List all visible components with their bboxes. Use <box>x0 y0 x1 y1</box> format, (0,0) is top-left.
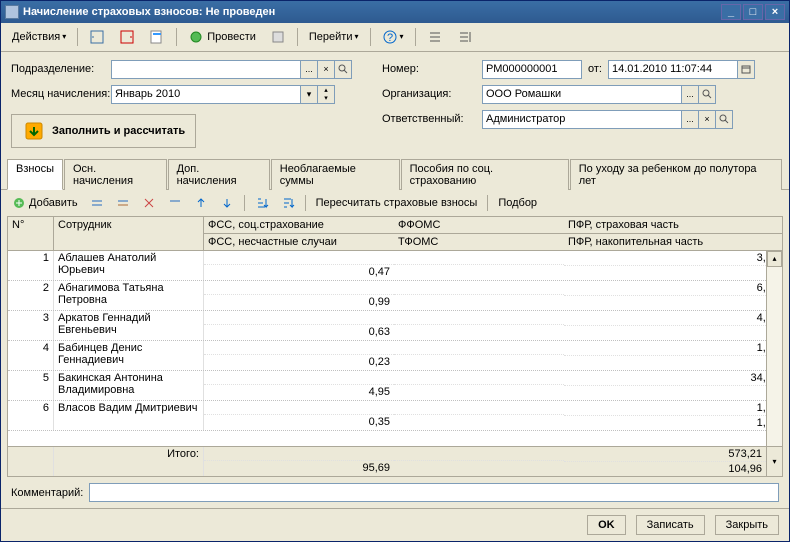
date-calendar-button[interactable] <box>737 60 755 79</box>
tabstrip: Взносы Осн. начисления Доп. начисления Н… <box>1 158 789 190</box>
maximize-button[interactable]: □ <box>743 4 763 20</box>
tab-social-benefits[interactable]: Пособия по соц. страхованию <box>401 159 569 190</box>
data-grid: N° Сотрудник ФСС, соц.страхование ФСС, н… <box>7 216 783 477</box>
tab-add-accruals[interactable]: Доп. начисления <box>168 159 270 190</box>
date-input[interactable] <box>608 60 738 79</box>
grid-header: N° Сотрудник ФСС, соц.страхование ФСС, н… <box>8 217 782 251</box>
main-toolbar: Действия▾ Провести Перейти▾ ?▾ <box>1 23 789 52</box>
subdivision-label: Подразделение: <box>11 63 111 75</box>
add-row-button[interactable]: Добавить <box>7 193 83 213</box>
table-row[interactable]: 1Аблашев Анатолий Юрьевич0,473,29 <box>8 251 782 281</box>
tb-icon-6[interactable] <box>452 26 478 48</box>
org-search-button[interactable] <box>698 85 716 104</box>
footer: OK Записать Закрыть <box>1 508 789 541</box>
tab-contributions[interactable]: Взносы <box>7 159 63 190</box>
fill-calculate-button[interactable]: Заполнить и рассчитать <box>11 114 196 148</box>
grid-btn-5[interactable] <box>189 193 213 213</box>
totals-row: Итого: 95,69 573,21104,96 ▾ <box>8 446 782 476</box>
sort-desc-button[interactable] <box>276 193 300 213</box>
tb-icon-1[interactable] <box>84 26 110 48</box>
resp-select-button[interactable]: ... <box>681 110 699 129</box>
from-label: от: <box>588 63 602 75</box>
totals-pfr2: 104,96 <box>564 462 766 476</box>
sort-asc-button[interactable] <box>250 193 274 213</box>
recalc-button[interactable]: Пересчитать страховые взносы <box>311 193 483 213</box>
post-button[interactable]: Провести <box>183 26 261 48</box>
col-employee[interactable]: Сотрудник <box>54 217 204 250</box>
org-select-button[interactable]: ... <box>681 85 699 104</box>
save-button[interactable]: Записать <box>636 515 705 535</box>
resp-search-button[interactable] <box>715 110 733 129</box>
scroll-down-button[interactable]: ▾ <box>766 447 782 476</box>
app-icon <box>5 5 19 19</box>
col-fss[interactable]: ФСС, соц.страхование ФСС, несчастные слу… <box>204 217 394 250</box>
tab-nontaxable[interactable]: Необлагаемые суммы <box>271 159 400 190</box>
fill-icon <box>22 119 46 143</box>
table-row[interactable]: 4Бабинцев Денис Геннадиевич0,231,62 <box>8 341 782 371</box>
month-label: Месяц начисления: <box>11 88 111 100</box>
grid-btn-2[interactable] <box>111 193 135 213</box>
subdivision-input[interactable] <box>111 60 301 79</box>
subdivision-search-button[interactable] <box>334 60 352 79</box>
minimize-button[interactable]: _ <box>721 4 741 20</box>
svg-text:?: ? <box>386 32 392 44</box>
month-input[interactable] <box>111 85 301 104</box>
comment-input[interactable] <box>89 483 779 502</box>
resp-label: Ответственный: <box>382 113 482 125</box>
totals-pfr1: 573,21 <box>564 447 766 462</box>
subdivision-select-button[interactable]: ... <box>300 60 318 79</box>
help-button[interactable]: ?▾ <box>377 26 409 48</box>
month-dropdown-button[interactable]: ▾ <box>300 85 318 104</box>
select-button[interactable]: Подбор <box>493 193 542 213</box>
org-input[interactable] <box>482 85 682 104</box>
titlebar: Начисление страховых взносов: Не проведе… <box>1 1 789 23</box>
totals-fss2: 95,69 <box>204 461 394 475</box>
close-window-button[interactable]: Закрыть <box>715 515 779 535</box>
col-number[interactable]: N° <box>8 217 54 250</box>
grid-btn-4[interactable] <box>163 193 187 213</box>
number-label: Номер: <box>382 63 482 75</box>
grid-btn-3[interactable] <box>137 193 161 213</box>
grid-btn-6[interactable] <box>215 193 239 213</box>
number-input[interactable] <box>482 60 582 79</box>
month-up-button[interactable]: ▴▾ <box>317 85 335 104</box>
totals-label: Итого: <box>54 447 204 476</box>
table-row[interactable]: 6Власов Вадим Дмитриевич0,351,401,05 <box>8 401 782 431</box>
resp-input[interactable] <box>482 110 682 129</box>
actions-menu[interactable]: Действия▾ <box>7 26 71 48</box>
grid-btn-1[interactable] <box>85 193 109 213</box>
tb-icon-3[interactable] <box>144 26 170 48</box>
vertical-scrollbar[interactable]: ▴ <box>766 251 782 446</box>
tab-childcare[interactable]: По уходу за ребенком до полутора лет <box>570 159 782 190</box>
tab-main-accruals[interactable]: Осн. начисления <box>64 159 167 190</box>
tb-icon-2[interactable] <box>114 26 140 48</box>
window-title: Начисление страховых взносов: Не проведе… <box>23 6 721 18</box>
goto-menu[interactable]: Перейти▾ <box>304 26 364 48</box>
table-row[interactable]: 3Аркатов Геннадий Евгеньевич0,634,42 <box>8 311 782 341</box>
tb-icon-4[interactable] <box>265 26 291 48</box>
close-button[interactable]: × <box>765 4 785 20</box>
comment-label: Комментарий: <box>11 487 83 499</box>
table-row[interactable]: 5Бакинская Антонина Владимировна4,9534,6… <box>8 371 782 401</box>
resp-clear-button[interactable]: × <box>698 110 716 129</box>
grid-toolbar: Добавить Пересчитать страховые взносы По… <box>1 190 789 216</box>
ok-button[interactable]: OK <box>587 515 626 535</box>
col-ffoms[interactable]: ФФОМС ТФОМС <box>394 217 564 250</box>
col-pfr[interactable]: ПФР, страховая часть ПФР, накопительная … <box>564 217 782 250</box>
subdivision-clear-button[interactable]: × <box>317 60 335 79</box>
org-label: Организация: <box>382 88 482 100</box>
tb-icon-5[interactable] <box>422 26 448 48</box>
table-row[interactable]: 2Абнагимова Татьяна Петровна0,996,91 <box>8 281 782 311</box>
